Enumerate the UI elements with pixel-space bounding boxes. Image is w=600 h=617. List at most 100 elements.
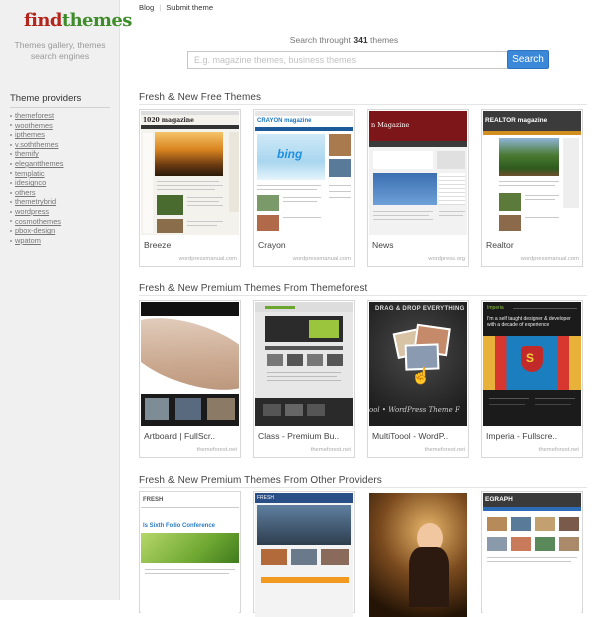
provider-item[interactable]: others: [10, 188, 63, 198]
search-button[interactable]: Search: [507, 50, 549, 69]
bullet-icon: [10, 210, 12, 213]
theme-card-multitoool[interactable]: DRAG & DROP EVERYTHING ☝ ool • WordPress…: [367, 300, 469, 458]
providers-divider: [10, 107, 110, 108]
provider-link[interactable]: v.soththemes: [15, 140, 58, 150]
bullet-icon: [10, 114, 12, 117]
theme-name[interactable]: Imperia - Fullscre..: [486, 431, 557, 441]
search-summary: Search throught 341 themes: [139, 35, 549, 45]
provider-link[interactable]: cosmothemes: [15, 217, 61, 227]
provider-link[interactable]: others: [15, 188, 36, 198]
theme-thumbnail: EGRAPH: [483, 493, 581, 617]
theme-card-other-2[interactable]: FRESH: [253, 491, 355, 617]
thumb-logo: Imperia: [487, 305, 504, 311]
theme-thumbnail: [369, 493, 467, 617]
theme-name[interactable]: Realtor: [486, 240, 514, 250]
thumb-caption-text: ool • WordPress Theme F: [369, 406, 460, 414]
hand-cursor-icon: ☝: [411, 368, 431, 385]
provider-item[interactable]: elegantthemes: [10, 159, 63, 169]
thumb-logo-text: bing: [277, 147, 303, 161]
thumb-masthead: EGRAPH: [485, 496, 513, 503]
theme-card-imperia[interactable]: Imperia I'm a self taught designer & dev…: [481, 300, 583, 458]
provider-link[interactable]: elegantthemes: [15, 159, 63, 169]
logo-themes: themes: [61, 10, 132, 31]
thumb-masthead: 1020 magazine: [143, 117, 194, 124]
providers-list: themeforest woothemes ipthemes v.soththemes…: [10, 111, 63, 245]
section-title-free: Fresh & New Free Themes: [139, 92, 262, 103]
provider-item[interactable]: templatic: [10, 169, 63, 179]
bullet-icon: [10, 143, 12, 146]
provider-item[interactable]: pbox-design: [10, 226, 63, 236]
provider-link[interactable]: themify: [15, 149, 39, 159]
theme-thumbnail: [141, 302, 239, 426]
theme-card-other-4[interactable]: EGRAPH: [481, 491, 583, 617]
thumb-tagline: I'm a self taught designer & developer w…: [487, 316, 571, 328]
search-input[interactable]: [187, 51, 514, 69]
thumb-headline: Is Sixth Folio Conference: [143, 523, 216, 529]
theme-name[interactable]: News: [372, 240, 394, 250]
top-nav: Blog | Submit theme: [139, 3, 213, 12]
theme-thumbnail: 1020 magazine: [141, 111, 239, 235]
bullet-icon: [10, 229, 12, 232]
theme-card-news[interactable]: n Magazine News wordpress.org: [367, 109, 469, 267]
provider-link[interactable]: pbox-design: [15, 226, 55, 236]
provider-item[interactable]: wpatom: [10, 236, 63, 246]
provider-item[interactable]: themify: [10, 149, 63, 159]
provider-link[interactable]: themeforest: [15, 111, 54, 121]
section-divider: [139, 487, 587, 488]
theme-card-crayon[interactable]: CRAYON magazine bing Crayon wordpressman…: [253, 109, 355, 267]
bullet-icon: [10, 172, 12, 175]
theme-source: themeforest.net: [196, 447, 237, 453]
provider-link[interactable]: idesignco: [15, 178, 46, 188]
thumb-banner-text: DRAG & DROP EVERYTHING: [375, 306, 465, 312]
theme-thumbnail: [255, 302, 353, 426]
theme-thumbnail: FRESH: [255, 493, 353, 617]
thumb-masthead: REALTOR magazine: [485, 117, 548, 124]
provider-link[interactable]: themetrybrid: [15, 197, 56, 207]
provider-item[interactable]: woothemes: [10, 121, 63, 131]
theme-card-breeze[interactable]: 1020 magazine Breeze wordpressmanual.com: [139, 109, 241, 267]
provider-link[interactable]: wpatom: [15, 236, 41, 246]
theme-source: wordpressmanual.com: [178, 256, 237, 262]
section-divider: [139, 104, 587, 105]
provider-item[interactable]: idesignco: [10, 178, 63, 188]
theme-thumbnail: FRESH Is Sixth Folio Conference: [141, 493, 239, 617]
provider-item[interactable]: v.soththemes: [10, 140, 63, 150]
theme-card-other-1[interactable]: FRESH Is Sixth Folio Conference: [139, 491, 241, 617]
theme-name[interactable]: MultiToool - WordP..: [372, 431, 448, 441]
theme-name[interactable]: Crayon: [258, 240, 286, 250]
provider-item[interactable]: ipthemes: [10, 130, 63, 140]
logo-find: find: [24, 10, 62, 31]
nav-separator: |: [159, 3, 162, 12]
bullet-icon: [10, 153, 12, 156]
site-logo[interactable]: findthemes: [24, 10, 132, 31]
theme-source: themeforest.net: [538, 447, 579, 453]
provider-link[interactable]: templatic: [15, 169, 45, 179]
theme-thumbnail: CRAYON magazine bing: [255, 111, 353, 235]
theme-name[interactable]: Artboard | FullScr..: [144, 431, 215, 441]
provider-link[interactable]: woothemes: [15, 121, 53, 131]
bullet-icon: [10, 162, 12, 165]
provider-item[interactable]: cosmothemes: [10, 217, 63, 227]
site-tagline: Themes gallery, themes search engines: [14, 40, 106, 61]
theme-name[interactable]: Breeze: [144, 240, 171, 250]
theme-source: wordpress.org: [428, 256, 465, 262]
provider-item[interactable]: wordpress: [10, 207, 63, 217]
nav-submit-theme-link[interactable]: Submit theme: [166, 3, 213, 12]
providers-heading: Theme providers: [10, 93, 82, 104]
nav-blog-link[interactable]: Blog: [139, 3, 154, 12]
theme-card-other-3[interactable]: [367, 491, 469, 617]
theme-source: wordpressmanual.com: [292, 256, 351, 262]
thumb-masthead: n Magazine: [371, 121, 410, 129]
provider-item[interactable]: themeforest: [10, 111, 63, 121]
sidebar: findthemes Themes gallery, themes search…: [0, 0, 132, 600]
provider-link[interactable]: ipthemes: [15, 130, 45, 140]
theme-card-realtor[interactable]: REALTOR magazine Realtor wordpressmanual…: [481, 109, 583, 267]
thumb-masthead: FRESH: [143, 497, 164, 503]
theme-card-class[interactable]: Class - Premium Bu.. themeforest.net: [253, 300, 355, 458]
thumb-emblem: S: [526, 351, 535, 365]
section-title-other-providers: Fresh & New Premium Themes From Other Pr…: [139, 475, 382, 486]
theme-name[interactable]: Class - Premium Bu..: [258, 431, 339, 441]
provider-item[interactable]: themetrybrid: [10, 197, 63, 207]
theme-card-artboard[interactable]: Artboard | FullScr.. themeforest.net: [139, 300, 241, 458]
provider-link[interactable]: wordpress: [15, 207, 49, 217]
